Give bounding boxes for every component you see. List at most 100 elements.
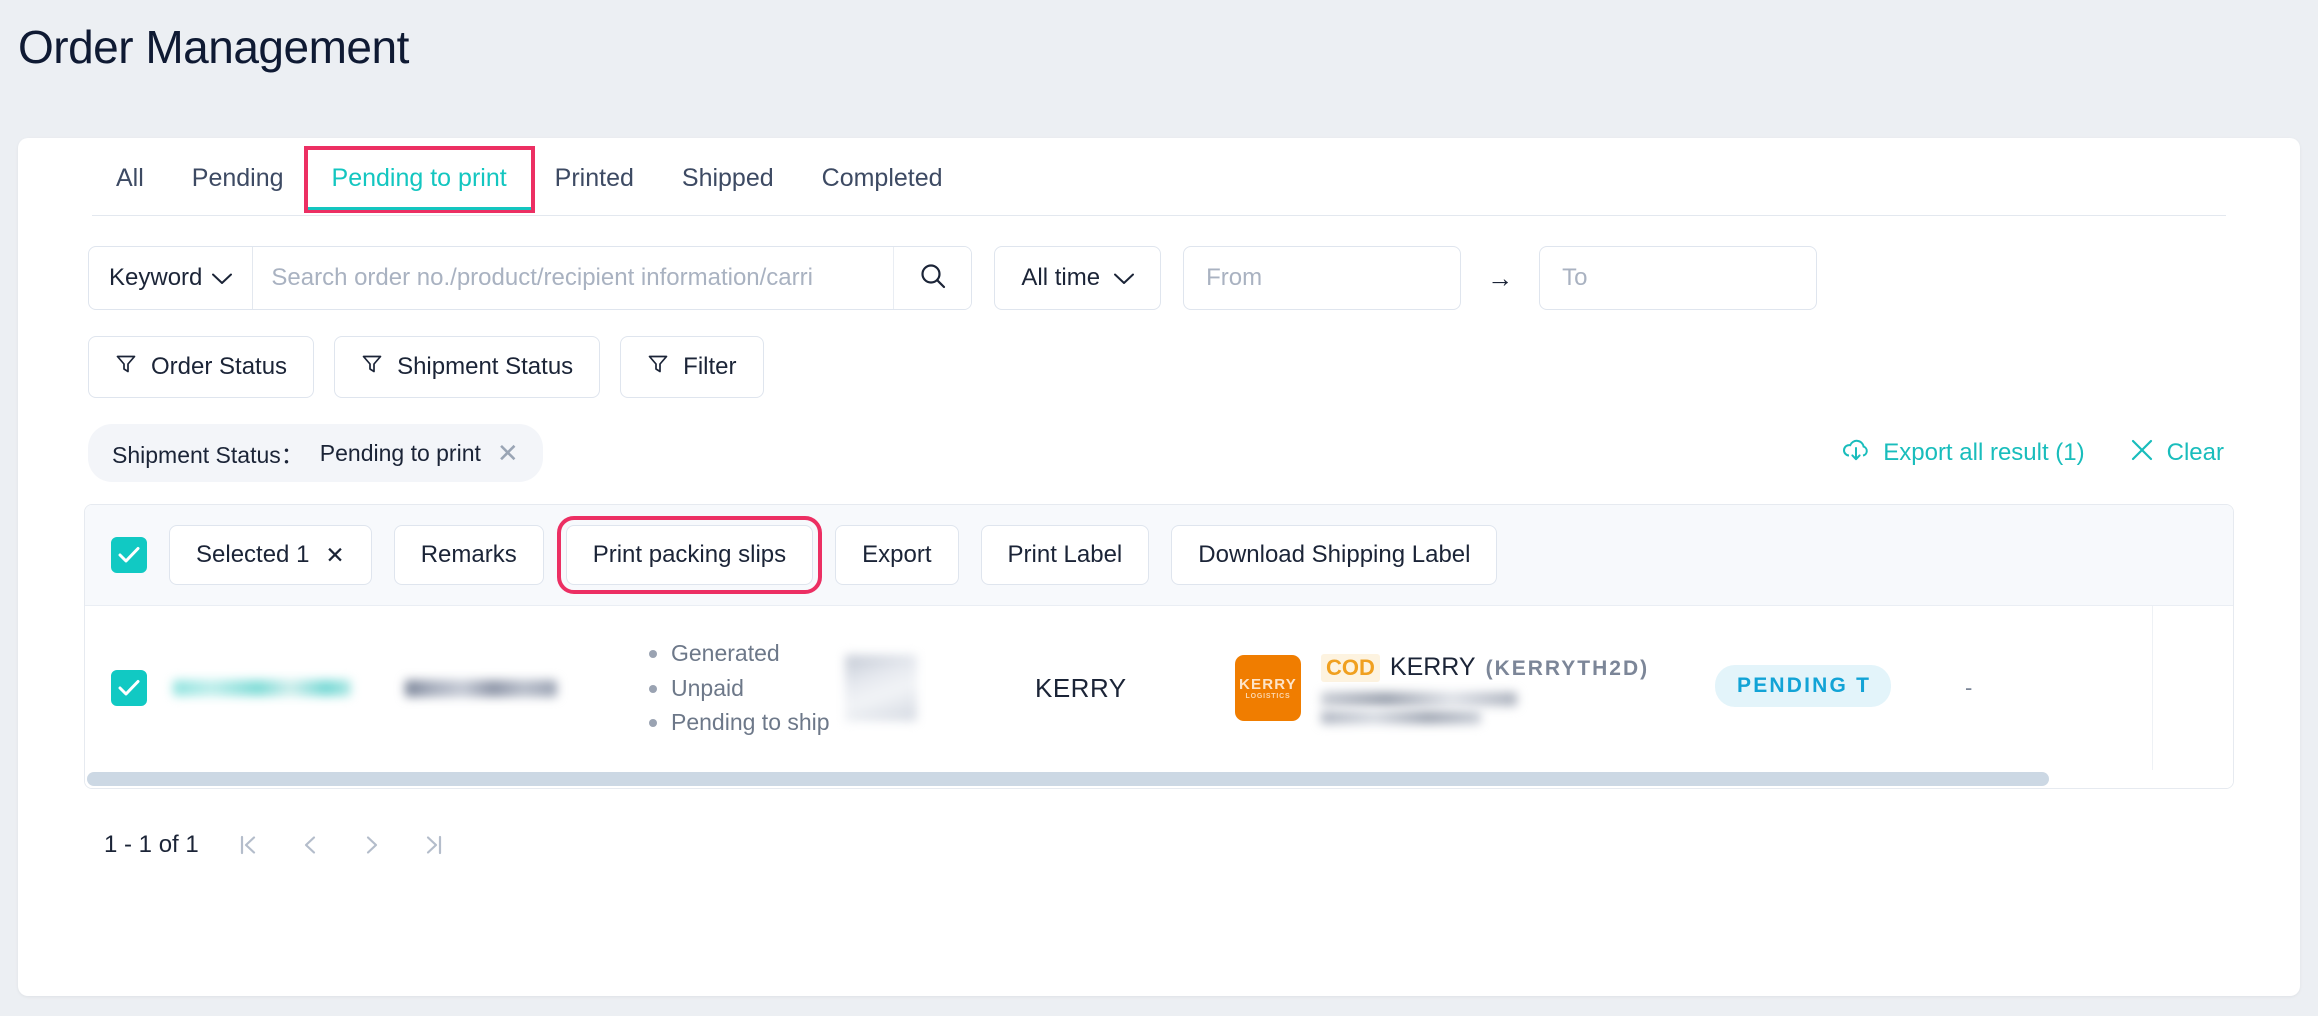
shipping-text: COD KERRY (KERRYTH2D) [1321, 653, 1649, 724]
tab-completed[interactable]: Completed [798, 164, 967, 215]
carrier-name: KERRY [1035, 672, 1127, 703]
remarks-label: Remarks [420, 541, 517, 568]
close-icon [2129, 437, 2155, 470]
previous-page-button[interactable] [297, 832, 323, 858]
time-range-label: All time [1021, 264, 1101, 291]
tab-label: Shipped [681, 164, 774, 192]
export-all-result-link[interactable]: Export all result (1) [1841, 437, 2085, 470]
status-item: Pending to ship [645, 705, 845, 740]
first-page-button[interactable] [235, 832, 261, 858]
row-checkbox[interactable] [111, 670, 147, 706]
last-page-button[interactable] [421, 832, 447, 858]
time-range-select[interactable]: All time [994, 246, 1162, 310]
pagination: 1 - 1 of 1 [18, 789, 2300, 859]
shipment-status-cell: PENDING T [1715, 664, 1965, 712]
tab-label: Completed [821, 164, 943, 192]
redacted-product-thumbnail [845, 655, 917, 721]
redacted-recipient-line-1 [1321, 691, 1517, 706]
product-thumbnail-cell [845, 655, 1035, 721]
search-input[interactable] [253, 247, 894, 309]
filter-buttons-row: Order Status Shipment Status Filter [88, 336, 2230, 398]
next-page-button[interactable] [359, 832, 385, 858]
select-all-checkbox[interactable] [111, 537, 147, 573]
horizontal-scrollbar[interactable] [85, 770, 2233, 788]
date-to-input[interactable] [1539, 246, 1818, 310]
print-label-label: Print Label [1007, 541, 1123, 568]
tab-pending-to-print[interactable]: Pending to print [303, 146, 535, 213]
export-all-result-label: Export all result (1) [1883, 439, 2085, 466]
redacted-recipient-line-2 [1321, 710, 1481, 724]
filters-section: Keyword All time → [18, 216, 2300, 482]
more-filter-button[interactable]: Filter [620, 336, 764, 398]
result-actions: Export all result (1) Clear [1841, 437, 2230, 470]
tab-shipped[interactable]: Shipped [658, 164, 798, 215]
filter-funnel-icon [115, 353, 137, 382]
redacted-product-name [405, 679, 557, 697]
search-row: Keyword All time → [88, 246, 2230, 310]
filter-button-label: Filter [683, 353, 737, 380]
keyword-type-select[interactable]: Keyword [89, 247, 254, 309]
shipping-carrier-code: (KERRYTH2D) [1485, 656, 1650, 680]
download-shipping-label-label: Download Shipping Label [1198, 541, 1471, 568]
chevron-down-icon [1114, 264, 1135, 292]
cod-badge: COD [1321, 653, 1380, 682]
print-packing-slips-button[interactable]: Print packing slips [556, 516, 823, 594]
order-number-cell[interactable] [173, 680, 405, 696]
status-badge: PENDING T [1715, 664, 1891, 707]
chip-remove-icon[interactable]: ✕ [497, 440, 519, 466]
active-filter-chip[interactable]: Shipment Status： Pending to print ✕ [88, 424, 543, 482]
keyword-type-label: Keyword [109, 264, 203, 291]
clear-filters-link[interactable]: Clear [2129, 437, 2224, 470]
date-from-input[interactable] [1183, 246, 1462, 310]
status-list: Generated Unpaid Pending to ship [645, 636, 845, 740]
kerry-logistics-logo: KERRY LOGISTICS [1235, 655, 1301, 721]
orders-card: All Pending Pending to print Printed Shi… [18, 138, 2300, 996]
tabs-container: All Pending Pending to print Printed Shi… [18, 138, 2300, 216]
orders-table: Selected 1 ✕ Remarks Print packing slips… [84, 504, 2234, 789]
filter-button-label: Shipment Status [397, 353, 574, 380]
keyword-search-group: Keyword [88, 246, 973, 310]
row-extra-value: - [1965, 675, 1973, 700]
export-button[interactable]: Export [835, 525, 959, 585]
selected-count-label: Selected 1 [196, 541, 310, 568]
remarks-button[interactable]: Remarks [393, 525, 544, 585]
bulk-action-toolbar: Selected 1 ✕ Remarks Print packing slips… [85, 505, 2233, 606]
download-shipping-label-button[interactable]: Download Shipping Label [1171, 525, 1498, 585]
tab-printed[interactable]: Printed [531, 164, 658, 215]
row-extra-cell: - [1965, 675, 2035, 701]
export-label: Export [862, 541, 932, 568]
table-row[interactable]: Generated Unpaid Pending to ship KERRY K… [85, 606, 2233, 770]
column-divider [2152, 606, 2153, 770]
shipping-info-cell: KERRY LOGISTICS COD KERRY (KERRYTH2D) [1235, 653, 1715, 724]
order-status-filter-button[interactable]: Order Status [88, 336, 315, 398]
print-packing-slips-label: Print packing slips [592, 541, 787, 568]
tab-label: Pending [191, 164, 284, 192]
redacted-order-number [173, 680, 351, 696]
tab-label: All [116, 164, 144, 192]
status-item: Generated [645, 636, 845, 671]
active-filters-row: Shipment Status： Pending to print ✕ Expo… [88, 424, 2230, 482]
search-icon [918, 261, 948, 296]
search-button[interactable] [893, 247, 972, 309]
filter-funnel-icon [361, 353, 383, 382]
selected-count-button[interactable]: Selected 1 ✕ [169, 525, 372, 585]
product-cell [405, 679, 645, 697]
scrollbar-thumb[interactable] [87, 772, 2049, 786]
carrier-cell: KERRY [1035, 673, 1235, 704]
tab-all[interactable]: All [92, 164, 168, 215]
tab-pending[interactable]: Pending [168, 164, 308, 215]
pagination-summary: 1 - 1 of 1 [104, 831, 199, 858]
shipment-status-filter-button[interactable]: Shipment Status [334, 336, 601, 398]
filter-button-label: Order Status [151, 353, 288, 380]
print-label-button[interactable]: Print Label [980, 525, 1150, 585]
shipping-carrier-name: KERRY [1389, 652, 1476, 681]
cloud-download-icon [1841, 437, 1871, 470]
order-status-cell: Generated Unpaid Pending to ship [645, 636, 845, 740]
clear-selection-icon[interactable]: ✕ [325, 542, 344, 569]
chevron-down-icon [212, 264, 233, 292]
tab-label: Printed [554, 164, 634, 192]
status-item: Unpaid [645, 671, 845, 706]
clear-label: Clear [2166, 439, 2224, 466]
chip-label: Shipment Status： [112, 442, 304, 468]
date-range-arrow-icon: → [1487, 262, 1514, 293]
